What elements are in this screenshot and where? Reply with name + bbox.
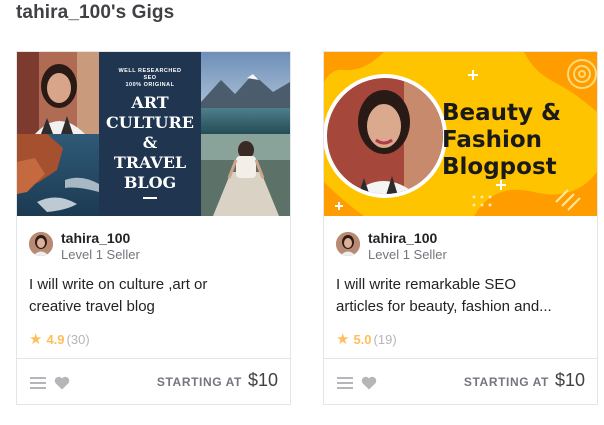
thumb-big-text: Fashion — [442, 127, 543, 153]
list-icon[interactable] — [29, 374, 47, 392]
thumb-big-text: Beauty & — [442, 100, 562, 126]
rating-count: (30) — [66, 332, 90, 347]
thumb-big-text: TRAVEL — [113, 153, 187, 172]
rating: ★ 5.0 (19) — [336, 332, 397, 347]
seller-name[interactable]: tahira_100 — [368, 230, 437, 246]
seller-info: tahira_100 Level 1 Seller — [336, 230, 586, 262]
blog-thumb-text: WELL RESEARCHED SEO 100% ORIGINAL ART CU… — [99, 68, 201, 199]
price-amount: $10 — [247, 370, 278, 390]
gig-title[interactable]: I will write on culture ,art or creative… — [29, 274, 281, 318]
rating: ★ 4.9 (30) — [29, 332, 90, 347]
thumb-small-text: WELL RESEARCHED — [118, 68, 182, 74]
list-icon[interactable] — [336, 374, 354, 392]
seller-name[interactable]: tahira_100 — [61, 230, 130, 246]
price-label: STARTING AT — [156, 375, 242, 389]
seller-info: tahira_100 Level 1 Seller — [29, 230, 279, 262]
price-label: STARTING AT — [463, 375, 549, 389]
gig-title-line: creative travel blog — [29, 298, 155, 315]
rating-score: 4.9 — [46, 332, 65, 347]
thumb-big-text: & — [142, 133, 158, 152]
star-icon: ★ — [336, 331, 350, 348]
card-actions — [336, 374, 378, 392]
gig-title-line: I will write on culture ,art or — [29, 276, 208, 293]
beauty-thumb-text: Beauty & Fashion Blogpost — [442, 100, 592, 181]
gig-title[interactable]: I will write remarkable SEO articles for… — [336, 274, 588, 318]
heart-icon[interactable] — [53, 374, 71, 392]
seller-level: Level 1 Seller — [61, 247, 140, 262]
gig-title-line: I will write remarkable SEO — [336, 276, 517, 293]
thumb-big-text: CULTURE — [106, 113, 194, 132]
section-title: tahira_100's Gigs — [16, 2, 175, 23]
gig-title-line: articles for beauty, fashion and... — [336, 298, 552, 315]
avatar-image — [336, 232, 360, 256]
avatar[interactable] — [336, 232, 360, 256]
price-amount: $10 — [554, 370, 585, 390]
heart-icon[interactable] — [360, 374, 378, 392]
thumb-small-text: 100% ORIGINAL — [125, 82, 175, 88]
thumb-big-text: BLOG — [123, 173, 177, 192]
thumb-underline — [143, 197, 157, 199]
gig-card[interactable]: WELL RESEARCHED SEO 100% ORIGINAL ART CU… — [16, 51, 291, 405]
seller-level: Level 1 Seller — [368, 247, 447, 262]
divider — [324, 358, 597, 359]
divider — [17, 358, 290, 359]
gig-card[interactable]: Beauty & Fashion Blogpost tahira_100 Lev… — [323, 51, 598, 405]
gig-thumbnail[interactable]: WELL RESEARCHED SEO 100% ORIGINAL ART CU… — [17, 52, 290, 216]
rating-count: (19) — [373, 332, 397, 347]
rating-score: 5.0 — [353, 332, 372, 347]
card-actions — [29, 374, 71, 392]
price[interactable]: STARTING AT $10 — [157, 370, 278, 391]
thumb-small-text: SEO — [143, 75, 157, 81]
thumb-big-text: Blogpost — [442, 154, 557, 180]
thumb-big-text: ART — [131, 93, 169, 112]
avatar-image — [29, 232, 53, 256]
gig-thumbnail[interactable]: Beauty & Fashion Blogpost — [324, 52, 597, 216]
star-icon: ★ — [29, 331, 43, 348]
price[interactable]: STARTING AT $10 — [464, 370, 585, 391]
avatar[interactable] — [29, 232, 53, 256]
